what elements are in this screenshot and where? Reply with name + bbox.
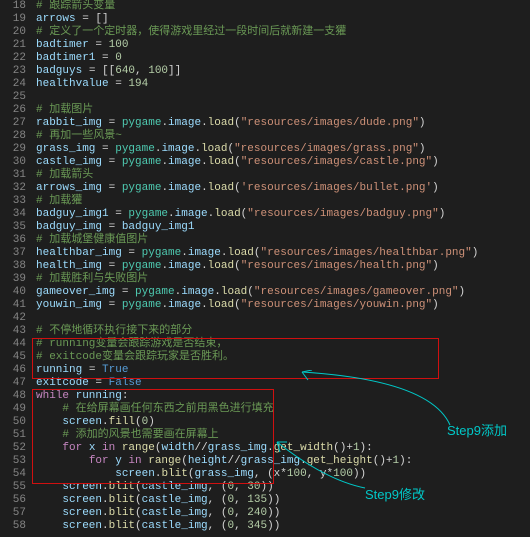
code-line[interactable]: badtimer = 100: [36, 39, 530, 52]
code-line[interactable]: badguy_img = badguy_img1: [36, 221, 530, 234]
code-line[interactable]: # 再加一些风景~: [36, 130, 530, 143]
line-number: 44: [4, 338, 26, 351]
line-number: 26: [4, 104, 26, 117]
line-number: 55: [4, 481, 26, 494]
line-number: 40: [4, 286, 26, 299]
code-line[interactable]: arrows_img = pygame.image.load('resource…: [36, 182, 530, 195]
code-line[interactable]: screen.blit(castle_img, (0, 240)): [36, 507, 530, 520]
line-number: 45: [4, 351, 26, 364]
code-line[interactable]: # exitcode变量会跟踪玩家是否胜利。: [36, 351, 530, 364]
line-number: 43: [4, 325, 26, 338]
line-number: 20: [4, 26, 26, 39]
code-line[interactable]: # 在给屏幕画任何东西之前用黑色进行填充: [36, 403, 530, 416]
code-line[interactable]: grass_img = pygame.image.load("resources…: [36, 143, 530, 156]
line-number: 24: [4, 78, 26, 91]
line-number: 37: [4, 247, 26, 260]
line-number: 48: [4, 390, 26, 403]
line-number: 51: [4, 429, 26, 442]
line-number: 19: [4, 13, 26, 26]
code-line[interactable]: youwin_img = pygame.image.load("resource…: [36, 299, 530, 312]
code-line[interactable]: badguys = [[640, 100]]: [36, 65, 530, 78]
code-line[interactable]: for x in range(width//grass_img.get_widt…: [36, 442, 530, 455]
line-number: 52: [4, 442, 26, 455]
line-number: 39: [4, 273, 26, 286]
annotation-modify: Step9修改: [365, 484, 425, 503]
line-number: 58: [4, 520, 26, 533]
code-line[interactable]: screen.blit(castle_img, (0, 135)): [36, 494, 530, 507]
line-number: 41: [4, 299, 26, 312]
code-line[interactable]: screen.blit(grass_img, (x*100, y*100)): [36, 468, 530, 481]
line-number: 57: [4, 507, 26, 520]
code-line[interactable]: running = True: [36, 364, 530, 377]
line-number: 46: [4, 364, 26, 377]
line-number-gutter: 1819202122232425262728293031323334353637…: [0, 0, 32, 537]
line-number: 18: [4, 0, 26, 13]
code-line[interactable]: # 加载獾: [36, 195, 530, 208]
line-number: 34: [4, 208, 26, 221]
line-number: 36: [4, 234, 26, 247]
code-line[interactable]: exitcode = False: [36, 377, 530, 390]
code-line[interactable]: # 定义了一个定时器，使得游戏里经过一段时间后就新建一支獾: [36, 26, 530, 39]
code-line[interactable]: arrows = []: [36, 13, 530, 26]
line-number: 25: [4, 91, 26, 104]
annotation-add: Step9添加: [447, 420, 507, 439]
line-number: 28: [4, 130, 26, 143]
code-line[interactable]: [36, 91, 530, 104]
line-number: 56: [4, 494, 26, 507]
line-number: 33: [4, 195, 26, 208]
line-number: 53: [4, 455, 26, 468]
line-number: 47: [4, 377, 26, 390]
code-line[interactable]: # 跟踪箭头变量: [36, 0, 530, 13]
code-line[interactable]: for y in range(height//grass_img.get_hei…: [36, 455, 530, 468]
code-line[interactable]: # 加载胜利与失败图片: [36, 273, 530, 286]
line-number: 42: [4, 312, 26, 325]
line-number: 21: [4, 39, 26, 52]
line-number: 29: [4, 143, 26, 156]
line-number: 27: [4, 117, 26, 130]
code-line[interactable]: screen.blit(castle_img, (0, 30)): [36, 481, 530, 494]
code-line[interactable]: # 加载城堡健康值图片: [36, 234, 530, 247]
code-line[interactable]: while running:: [36, 390, 530, 403]
line-number: 23: [4, 65, 26, 78]
code-line[interactable]: screen.blit(castle_img, (0, 345)): [36, 520, 530, 533]
code-line[interactable]: health_img = pygame.image.load("resource…: [36, 260, 530, 273]
code-line[interactable]: # 不停地循环执行接下来的部分: [36, 325, 530, 338]
line-number: 32: [4, 182, 26, 195]
code-line[interactable]: [36, 312, 530, 325]
line-number: 35: [4, 221, 26, 234]
code-line[interactable]: badguy_img1 = pygame.image.load("resourc…: [36, 208, 530, 221]
line-number: 49: [4, 403, 26, 416]
line-number: 54: [4, 468, 26, 481]
code-line[interactable]: castle_img = pygame.image.load("resource…: [36, 156, 530, 169]
code-line[interactable]: # 加载箭头: [36, 169, 530, 182]
code-line[interactable]: healthbar_img = pygame.image.load("resou…: [36, 247, 530, 260]
code-line[interactable]: # running变量会跟踪游戏是否结束，: [36, 338, 530, 351]
line-number: 50: [4, 416, 26, 429]
code-line[interactable]: rabbit_img = pygame.image.load("resource…: [36, 117, 530, 130]
line-number: 31: [4, 169, 26, 182]
code-line[interactable]: # 加载图片: [36, 104, 530, 117]
code-line[interactable]: badtimer1 = 0: [36, 52, 530, 65]
code-area[interactable]: # 跟踪箭头变量arrows = []# 定义了一个定时器，使得游戏里经过一段时…: [32, 0, 530, 537]
code-editor[interactable]: 1819202122232425262728293031323334353637…: [0, 0, 530, 537]
code-line[interactable]: gameover_img = pygame.image.load("resour…: [36, 286, 530, 299]
line-number: 30: [4, 156, 26, 169]
line-number: 22: [4, 52, 26, 65]
code-line[interactable]: healthvalue = 194: [36, 78, 530, 91]
line-number: 38: [4, 260, 26, 273]
